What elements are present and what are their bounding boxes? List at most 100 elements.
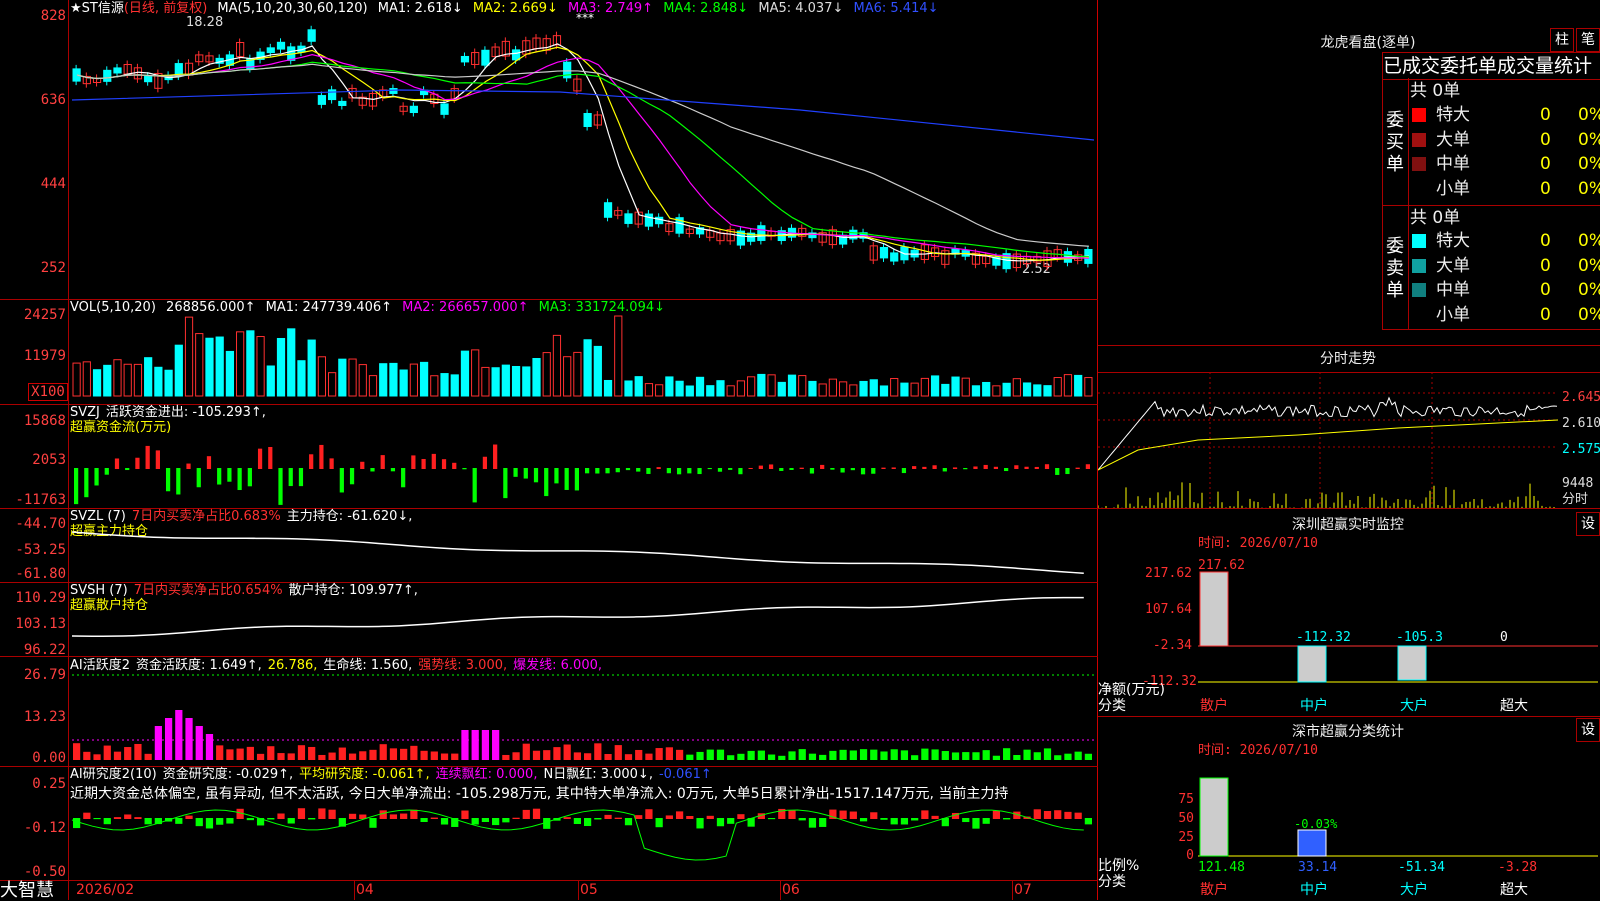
activity-bar <box>982 750 990 760</box>
intraday-title: 分时走势 <box>1320 351 1376 367</box>
research-bar <box>635 815 643 819</box>
buy-label: 委买单 <box>1386 110 1404 175</box>
classify-mid-label: -0.03% <box>1294 817 1338 831</box>
volume-bar <box>276 337 286 397</box>
activity-bar <box>338 747 346 760</box>
research-bar <box>502 818 510 823</box>
research-bar <box>737 814 745 819</box>
activity-bar <box>369 749 377 760</box>
volume-bar <box>236 331 245 397</box>
activity-bar <box>430 751 438 760</box>
volume-bar <box>910 382 919 397</box>
chart-canvas[interactable] <box>0 0 1098 900</box>
volume-bar <box>716 380 725 397</box>
buy-total: 共 0单 <box>1410 81 1461 101</box>
research-bar <box>134 817 142 819</box>
classify-settings-button[interactable]: 设 <box>1576 718 1600 742</box>
research-bar <box>205 818 214 829</box>
volume-bar <box>930 375 940 397</box>
volume-bar <box>501 364 510 397</box>
volume-bar <box>205 337 214 397</box>
volume-bar <box>624 380 633 397</box>
volume-bar <box>777 381 786 397</box>
activity-bar <box>113 751 122 760</box>
research-bar <box>175 818 183 824</box>
volume-bar <box>787 374 797 397</box>
monitor-cat: 超大 <box>1500 698 1528 714</box>
bar-mode-button[interactable]: 柱 <box>1550 28 1574 52</box>
activity-bar <box>655 748 663 760</box>
research-bar <box>481 818 490 822</box>
volume-bar <box>164 369 173 397</box>
sell-name: 中单 <box>1436 280 1470 300</box>
activity-bar <box>665 747 673 760</box>
activity-bar <box>410 745 418 760</box>
flow-bar <box>809 468 815 474</box>
activity-bar <box>880 751 888 760</box>
monitor-settings-button[interactable]: 设 <box>1576 512 1600 536</box>
research-bar <box>604 814 612 819</box>
flow-bar <box>452 462 457 469</box>
activity-bar <box>1003 748 1011 760</box>
research-bar <box>870 812 878 819</box>
activity-bar <box>389 748 398 760</box>
candle <box>879 246 889 259</box>
ma1-line <box>76 43 1089 262</box>
research-bar <box>1033 809 1041 819</box>
candle <box>328 89 337 101</box>
volume-bar <box>1053 377 1062 397</box>
research-bar <box>277 813 285 819</box>
flow-bar <box>186 463 191 469</box>
volume-bar <box>798 375 807 397</box>
classify-value: 121.48 <box>1198 860 1245 875</box>
candle <box>338 100 347 106</box>
activity-bar <box>348 753 357 760</box>
research-bar <box>573 818 581 825</box>
research-bar <box>1003 818 1011 820</box>
flow-bar <box>605 468 610 474</box>
volume-bar <box>1043 385 1052 397</box>
tick-mode-button[interactable]: 笔 <box>1576 28 1600 52</box>
volume-bar <box>511 365 521 397</box>
buy-row: 特大 0 0% <box>1412 103 1600 127</box>
intraday-axis-label: 2.575 <box>1562 442 1600 457</box>
activity-bar <box>328 752 336 760</box>
activity-bar <box>757 750 765 760</box>
monitor-value: 217.62 <box>1198 558 1245 573</box>
research-bar <box>911 818 919 821</box>
classify-title: 深市超赢分类统计 <box>1292 724 1404 740</box>
intraday-axis-label: 2.645 <box>1562 390 1600 405</box>
activity-bar <box>716 749 725 760</box>
research-bar <box>645 809 653 819</box>
research-bar <box>297 808 306 819</box>
volume-bar <box>82 361 91 397</box>
buy-count: 0 <box>1540 105 1551 125</box>
activity-bar <box>359 751 367 760</box>
intraday-chart[interactable] <box>1098 372 1600 509</box>
research-bar <box>420 818 428 823</box>
activity-bar <box>1074 751 1082 760</box>
research-bar <box>1084 818 1092 825</box>
flow-bar <box>717 468 723 472</box>
flow-bar <box>738 468 743 475</box>
volume-bar <box>409 363 418 397</box>
chart-area[interactable]: 828 636 444 252 ★ST信源(日线, 前复权) MA(5,10,2… <box>0 0 1098 900</box>
flow-bar <box>901 468 907 474</box>
flow-bar <box>257 448 263 469</box>
classify-value: 33.14 <box>1298 860 1338 875</box>
classify-cat: 中户 <box>1300 882 1328 898</box>
volume-bar <box>1063 374 1073 397</box>
volume-bar <box>113 359 122 397</box>
research-bar <box>880 818 888 820</box>
flow-bar <box>544 468 549 497</box>
flow-bar <box>1085 464 1090 469</box>
sell-pct: 0% <box>1578 304 1600 325</box>
flow-bar <box>983 464 988 469</box>
activity-bar <box>849 750 857 760</box>
classify-axis-label: 0 <box>1186 848 1194 863</box>
activity-bar <box>512 752 520 760</box>
classify-time: 时间: 2026/07/10 <box>1198 743 1318 758</box>
activity-bar <box>931 749 939 760</box>
volume-bar <box>695 376 705 397</box>
flow-bar <box>1024 466 1029 469</box>
